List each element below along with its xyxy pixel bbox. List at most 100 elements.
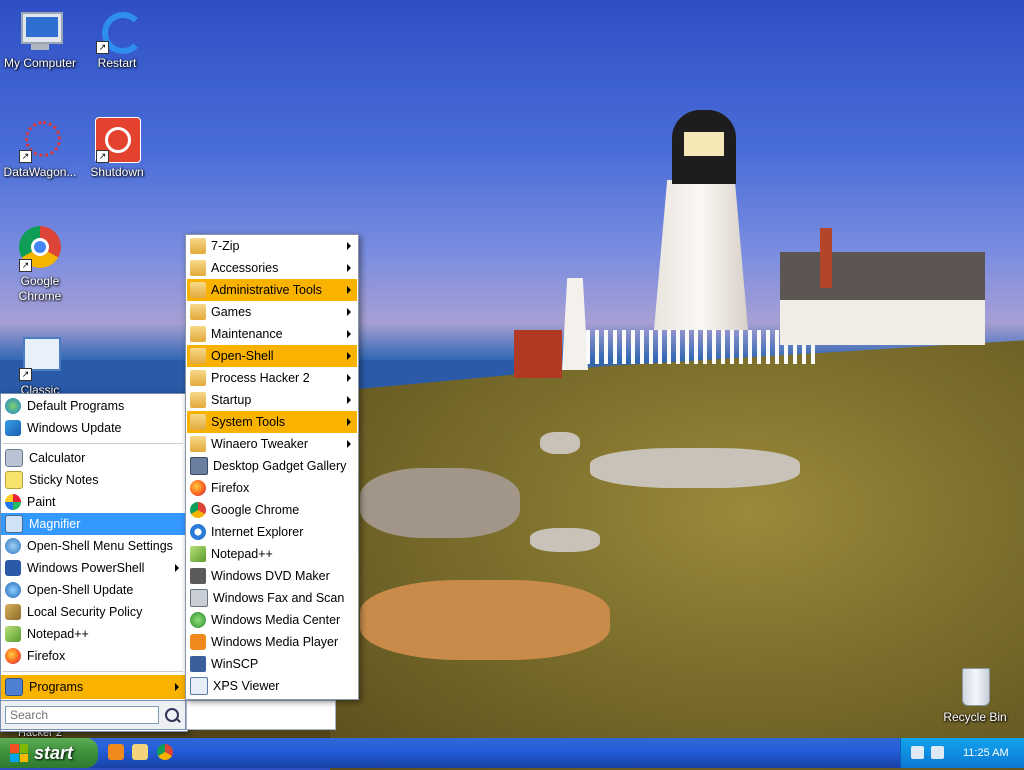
search-input[interactable] bbox=[5, 706, 159, 724]
programs-item-windows-dvd-maker[interactable]: Windows DVD Maker bbox=[187, 565, 357, 587]
firefox-icon bbox=[5, 648, 21, 664]
classic-shell-icon: ↗ bbox=[17, 335, 63, 381]
search-icon[interactable] bbox=[165, 708, 179, 722]
wallpaper-hill bbox=[330, 340, 1024, 770]
start-item-open-shell-settings[interactable]: Open-Shell Menu Settings bbox=[1, 535, 185, 557]
start-item-magnifier[interactable]: Magnifier bbox=[1, 513, 185, 535]
programs-item-label: XPS Viewer bbox=[213, 679, 280, 693]
folder-icon bbox=[190, 282, 206, 298]
programs-item-google-chrome[interactable]: Google Chrome bbox=[187, 499, 357, 521]
open-shell-icon bbox=[5, 538, 21, 554]
media-center-icon bbox=[190, 612, 206, 628]
programs-item-maintenance[interactable]: Maintenance bbox=[187, 323, 357, 345]
start-button[interactable]: start bbox=[0, 738, 98, 768]
programs-item-open-shell[interactable]: Open-Shell bbox=[187, 345, 357, 367]
desktop-icon-restart[interactable]: ↗ Restart bbox=[77, 8, 157, 71]
open-shell-update-icon bbox=[5, 582, 21, 598]
folder-icon bbox=[190, 392, 206, 408]
start-item-label: Paint bbox=[27, 495, 56, 509]
desktop-icon-google-chrome[interactable]: ↗ Google Chrome bbox=[0, 226, 80, 304]
programs-item-label: Windows DVD Maker bbox=[211, 569, 330, 583]
programs-item-system-tools[interactable]: System Tools bbox=[187, 411, 357, 433]
start-item-open-shell-update[interactable]: Open-Shell Update bbox=[1, 579, 185, 601]
desktop-icon-label: Classic bbox=[20, 383, 60, 393]
desktop-icon-recycle-bin[interactable]: Recycle Bin bbox=[935, 662, 1015, 725]
programs-item-windows-media-player[interactable]: Windows Media Player bbox=[187, 631, 357, 653]
shortcut-arrow-icon: ↗ bbox=[19, 259, 32, 272]
programs-item-accessories[interactable]: Accessories bbox=[187, 257, 357, 279]
desktop-icon-classic[interactable]: ↗ Classic bbox=[0, 335, 80, 393]
submenu-arrow-icon bbox=[347, 418, 351, 426]
folder-icon bbox=[190, 260, 206, 276]
submenu-arrow-icon bbox=[347, 242, 351, 250]
desktop-icon-shutdown[interactable]: ↗ Shutdown bbox=[77, 117, 157, 180]
shortcut-arrow-icon: ↗ bbox=[96, 41, 109, 54]
programs-item-desktop-gadget-gallery[interactable]: Desktop Gadget Gallery bbox=[187, 455, 357, 477]
desktop-icon-my-computer[interactable]: My Computer bbox=[0, 8, 80, 71]
programs-item-games[interactable]: Games bbox=[187, 301, 357, 323]
programs-item-winaero-tweaker[interactable]: Winaero Tweaker bbox=[187, 433, 357, 455]
dvd-maker-icon bbox=[190, 568, 206, 584]
start-item-notepadpp[interactable]: Notepad++ bbox=[1, 623, 185, 645]
programs-item-label: System Tools bbox=[211, 415, 286, 429]
folder-icon bbox=[190, 436, 206, 452]
network-icon[interactable] bbox=[911, 746, 924, 759]
programs-item-label: Startup bbox=[211, 393, 252, 407]
start-item-label: Open-Shell Update bbox=[27, 583, 134, 597]
programs-item-xps-viewer[interactable]: XPS Viewer bbox=[187, 675, 357, 697]
programs-item-windows-media-center[interactable]: Windows Media Center bbox=[187, 609, 357, 631]
programs-item-label: Process Hacker 2 bbox=[211, 371, 310, 385]
programs-item-startup[interactable]: Startup bbox=[187, 389, 357, 411]
ie-icon bbox=[190, 524, 206, 540]
magnifier-icon bbox=[5, 515, 23, 533]
programs-item-label: Internet Explorer bbox=[211, 525, 304, 539]
programs-item-label: Firefox bbox=[211, 481, 250, 495]
programs-item-administrative-tools[interactable]: Administrative Tools bbox=[187, 279, 357, 301]
submenu-arrow-icon bbox=[347, 264, 351, 272]
restart-icon: ↗ bbox=[94, 8, 144, 54]
programs-item-windows-fax-scan[interactable]: Windows Fax and Scan bbox=[187, 587, 357, 609]
start-item-programs[interactable]: Programs bbox=[1, 675, 185, 699]
submenu-arrow-icon bbox=[175, 564, 179, 572]
submenu-arrow-icon bbox=[347, 352, 351, 360]
volume-icon[interactable] bbox=[931, 746, 944, 759]
start-item-label: Windows Update bbox=[27, 421, 122, 435]
media-player-quicklaunch-icon[interactable] bbox=[108, 744, 124, 760]
wallpaper-lighthouse bbox=[654, 180, 748, 330]
programs-item-7zip[interactable]: 7-Zip bbox=[187, 235, 357, 257]
programs-item-process-hacker[interactable]: Process Hacker 2 bbox=[187, 367, 357, 389]
folder-icon bbox=[190, 326, 206, 342]
start-item-windows-powershell[interactable]: Windows PowerShell bbox=[1, 557, 185, 579]
programs-item-firefox[interactable]: Firefox bbox=[187, 477, 357, 499]
programs-item-label: Winaero Tweaker bbox=[211, 437, 309, 451]
programs-item-label: Maintenance bbox=[211, 327, 283, 341]
desktop-icon-datawagon[interactable]: ↗ DataWagon... bbox=[0, 117, 80, 180]
programs-item-winscp[interactable]: WinSCP bbox=[187, 653, 357, 675]
start-item-label: Sticky Notes bbox=[29, 473, 99, 487]
wallpaper-shed bbox=[514, 330, 562, 378]
recycle-bin-icon bbox=[952, 662, 998, 708]
start-item-calculator[interactable]: Calculator bbox=[1, 447, 185, 469]
gadget-icon bbox=[190, 457, 208, 475]
explorer-quicklaunch-icon[interactable] bbox=[132, 744, 148, 760]
chrome-quicklaunch-icon[interactable] bbox=[157, 744, 173, 760]
start-item-paint[interactable]: Paint bbox=[1, 491, 185, 513]
start-item-default-programs[interactable]: Default Programs bbox=[1, 395, 185, 417]
start-item-local-security-policy[interactable]: Local Security Policy bbox=[1, 601, 185, 623]
start-button-label: start bbox=[34, 742, 74, 763]
start-item-label: Default Programs bbox=[27, 399, 125, 413]
submenu-arrow-icon bbox=[347, 308, 351, 316]
wallpaper-chimney bbox=[820, 228, 832, 288]
start-item-label: Firefox bbox=[27, 649, 66, 663]
wallpaper-rock bbox=[530, 528, 600, 552]
desktop-icon-label: Recycle Bin bbox=[943, 710, 1007, 724]
start-item-sticky-notes[interactable]: Sticky Notes bbox=[1, 469, 185, 491]
submenu-arrow-icon bbox=[347, 330, 351, 338]
start-item-windows-update[interactable]: Windows Update bbox=[1, 417, 185, 439]
wallpaper-fence bbox=[586, 330, 816, 364]
programs-item-notepadpp[interactable]: Notepad++ bbox=[187, 543, 357, 565]
wallpaper-house-roof bbox=[780, 252, 985, 304]
clock[interactable]: 11:25 AM bbox=[963, 747, 1009, 759]
programs-item-internet-explorer[interactable]: Internet Explorer bbox=[187, 521, 357, 543]
start-item-firefox[interactable]: Firefox bbox=[1, 645, 185, 667]
